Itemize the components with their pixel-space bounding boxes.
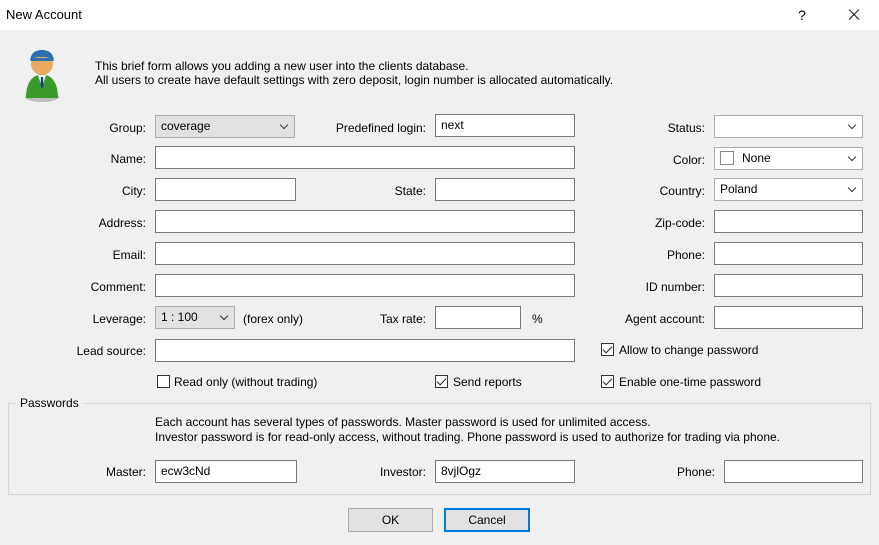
allow-change-password-checkbox[interactable] [601, 343, 614, 356]
tax-rate-label: Tax rate: [379, 312, 426, 326]
zip-input[interactable] [714, 210, 863, 233]
phone-input[interactable] [714, 242, 863, 265]
leverage-label: Leverage: [92, 312, 146, 326]
status-label: Status: [667, 121, 705, 135]
investor-password-input[interactable]: 8vjlOgz [435, 460, 575, 483]
color-swatch [720, 151, 734, 165]
read-only-checkbox[interactable] [157, 375, 170, 388]
help-button[interactable]: ? [788, 3, 816, 27]
title-bar: New Account ? [0, 0, 879, 30]
zip-label: Zip-code: [654, 216, 705, 230]
city-label: City: [122, 184, 146, 198]
agent-account-label: Agent account: [624, 312, 705, 326]
address-input[interactable] [155, 210, 575, 233]
predefined-login-label: Predefined login: [335, 121, 426, 135]
leverage-select[interactable]: 1 : 100 [155, 306, 235, 329]
read-only-label: Read only (without trading) [174, 375, 318, 389]
country-select[interactable]: Poland [714, 178, 863, 201]
window-title: New Account [6, 7, 82, 22]
tax-rate-input[interactable] [435, 306, 521, 329]
send-reports-label: Send reports [453, 375, 522, 389]
investor-password-label: Investor: [379, 465, 426, 479]
chevron-down-icon [847, 120, 857, 130]
city-input[interactable] [155, 178, 296, 201]
name-label: Name: [110, 152, 146, 166]
intro-line-2: All users to create have default setting… [95, 73, 614, 87]
lead-source-label: Lead source: [76, 344, 146, 358]
chevron-down-icon [219, 311, 229, 321]
comment-input[interactable] [155, 274, 575, 297]
phone-label: Phone: [666, 248, 705, 262]
lead-source-input[interactable] [155, 339, 575, 362]
ok-button[interactable]: OK [348, 508, 433, 532]
one-time-password-checkbox[interactable] [601, 375, 614, 388]
leverage-note: (forex only) [243, 312, 304, 326]
passwords-legend: Passwords [16, 396, 83, 410]
chevron-down-icon [847, 183, 857, 193]
phone-password-label: Phone: [676, 465, 715, 479]
color-value: None [742, 151, 771, 165]
passwords-info-line-1: Each account has several types of passwo… [155, 415, 651, 429]
state-input[interactable] [435, 178, 575, 201]
allow-change-password-label: Allow to change password [619, 343, 759, 357]
master-password-label: Master: [105, 465, 146, 479]
predefined-login-input[interactable]: next [435, 114, 575, 137]
cancel-button[interactable]: Cancel [444, 508, 530, 532]
group-select[interactable]: coverage [155, 115, 295, 138]
address-label: Address: [98, 216, 146, 230]
agent-account-input[interactable] [714, 306, 863, 329]
chevron-down-icon [279, 120, 289, 130]
user-avatar-icon [25, 50, 59, 102]
one-time-password-label: Enable one-time password [619, 375, 762, 389]
name-input[interactable] [155, 146, 575, 169]
country-value: Poland [720, 182, 758, 196]
passwords-info-line-2: Investor password is for read-only acces… [155, 430, 781, 444]
leverage-value: 1 : 100 [161, 310, 198, 324]
group-label: Group: [109, 121, 146, 135]
chevron-down-icon [847, 152, 857, 162]
id-number-input[interactable] [714, 274, 863, 297]
tax-rate-unit: % [532, 312, 543, 326]
color-select[interactable]: None [714, 147, 863, 170]
master-password-input[interactable]: ecw3cNd [155, 460, 297, 483]
id-number-label: ID number: [645, 280, 705, 294]
email-input[interactable] [155, 242, 575, 265]
state-label: State: [394, 184, 426, 198]
comment-label: Comment: [90, 280, 146, 294]
status-select[interactable] [714, 115, 863, 138]
color-label: Color: [672, 153, 705, 167]
email-label: Email: [112, 248, 146, 262]
close-icon[interactable] [838, 3, 868, 27]
phone-password-input[interactable] [724, 460, 863, 483]
group-value: coverage [161, 119, 211, 133]
intro-line-1: This brief form allows you adding a new … [95, 59, 469, 73]
send-reports-checkbox[interactable] [435, 375, 448, 388]
country-label: Country: [659, 184, 705, 198]
